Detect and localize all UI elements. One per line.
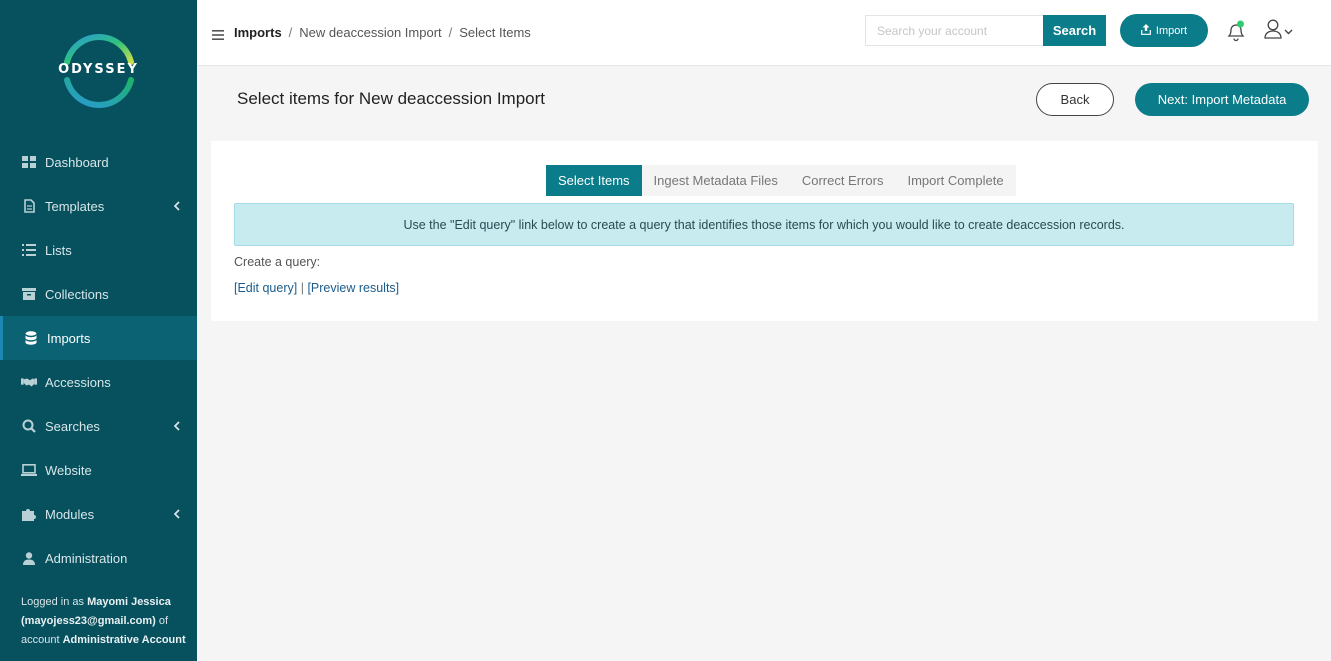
step-import-complete[interactable]: Import Complete [895, 165, 1015, 196]
page-title: Select items for New deaccession Import [237, 89, 546, 108]
breadcrumb-select-items: Select Items [459, 25, 531, 40]
sidebar-item-label: Collections [45, 286, 109, 302]
chevron-left-icon [173, 199, 180, 214]
wizard-steps: Select Items Ingest Metadata Files Corre… [546, 165, 1016, 196]
sidebar-item-modules[interactable]: Modules [0, 492, 197, 536]
list-icon [21, 242, 37, 258]
topbar: Imports / New deaccession Import / Selec… [197, 0, 1331, 66]
preview-results-link[interactable]: [Preview results] [307, 281, 399, 295]
user-icon [21, 550, 37, 566]
chevron-left-icon [173, 507, 180, 522]
sidebar-item-accessions[interactable]: Accessions [0, 360, 197, 404]
sidebar-item-label: Dashboard [45, 154, 109, 170]
file-icon [21, 198, 37, 214]
dashboard-icon [21, 154, 37, 170]
sidebar-item-label: Searches [45, 418, 100, 434]
sidebar-item-templates[interactable]: Templates [0, 184, 197, 228]
sidebar: ODYSSEY Dashboard Templates Lists Collec… [0, 0, 197, 661]
user-menu[interactable] [1264, 19, 1294, 44]
query-links: [Edit query] | [Preview results] [234, 281, 399, 295]
sidebar-item-label: Templates [45, 198, 105, 214]
upload-icon [1141, 23, 1151, 38]
back-button[interactable]: Back [1036, 83, 1114, 116]
chevron-left-icon [173, 419, 180, 434]
step-correct-errors[interactable]: Correct Errors [790, 165, 896, 196]
link-separator: | [300, 281, 304, 295]
login-info: Logged in as Mayomi Jessica (mayojess23@… [21, 593, 186, 650]
sidebar-item-dashboard[interactable]: Dashboard [0, 140, 197, 184]
import-button[interactable]: Import [1120, 14, 1208, 47]
breadcrumb-imports[interactable]: Imports [234, 25, 282, 40]
search-icon [21, 418, 37, 434]
sidebar-item-searches[interactable]: Searches [0, 404, 197, 448]
sidebar-item-label: Administration [45, 550, 128, 566]
database-icon [23, 330, 39, 346]
sidebar-item-label: Modules [45, 506, 95, 522]
search-button[interactable]: Search [1043, 15, 1106, 46]
import-card: Select Items Ingest Metadata Files Corre… [211, 141, 1318, 321]
step-ingest-metadata-files[interactable]: Ingest Metadata Files [642, 165, 790, 196]
chevron-down-icon [1284, 22, 1293, 40]
sidebar-item-label: Accessions [45, 374, 111, 390]
step-select-items[interactable]: Select Items [546, 165, 642, 196]
breadcrumb-new-deaccession-import[interactable]: New deaccession Import [299, 25, 441, 40]
import-button-label: Import [1155, 24, 1188, 37]
sidebar-nav: Dashboard Templates Lists Collections Im… [0, 140, 197, 580]
login-account: Administrative Account [62, 634, 186, 646]
sidebar-item-collections[interactable]: Collections [0, 272, 197, 316]
breadcrumb-separator: / [288, 25, 293, 40]
search-input[interactable] [865, 15, 1043, 46]
sidebar-item-administration[interactable]: Administration [0, 536, 197, 580]
sidebar-item-label: Imports [47, 330, 91, 346]
create-query-label: Create a query: [234, 255, 321, 269]
laptop-icon [21, 462, 37, 478]
sidebar-item-imports[interactable]: Imports [0, 316, 197, 360]
notifications-bell-icon[interactable] [1225, 19, 1247, 43]
sidebar-item-label: Lists [45, 242, 72, 258]
puzzle-icon [21, 506, 37, 522]
login-prefix: Logged in as [21, 596, 84, 608]
next-import-metadata-button[interactable]: Next: Import Metadata [1135, 83, 1309, 116]
info-alert: Use the "Edit query" link below to creat… [234, 203, 1294, 246]
user-avatar-icon [1264, 19, 1282, 44]
handshake-icon [21, 374, 37, 390]
odyssey-logo: ODYSSEY [57, 28, 141, 112]
brand-name: ODYSSEY [58, 62, 139, 77]
sidebar-item-label: Website [45, 462, 92, 478]
breadcrumb-separator: / [448, 25, 453, 40]
sidebar-item-lists[interactable]: Lists [0, 228, 197, 272]
info-alert-text: Use the "Edit query" link below to creat… [403, 217, 1125, 232]
logo[interactable]: ODYSSEY [0, 0, 197, 140]
edit-query-link[interactable]: [Edit query] [234, 281, 297, 295]
hamburger-menu-icon[interactable] [212, 27, 224, 45]
archive-icon [21, 286, 37, 302]
sidebar-item-website[interactable]: Website [0, 448, 197, 492]
breadcrumb: Imports / New deaccession Import / Selec… [234, 25, 531, 40]
